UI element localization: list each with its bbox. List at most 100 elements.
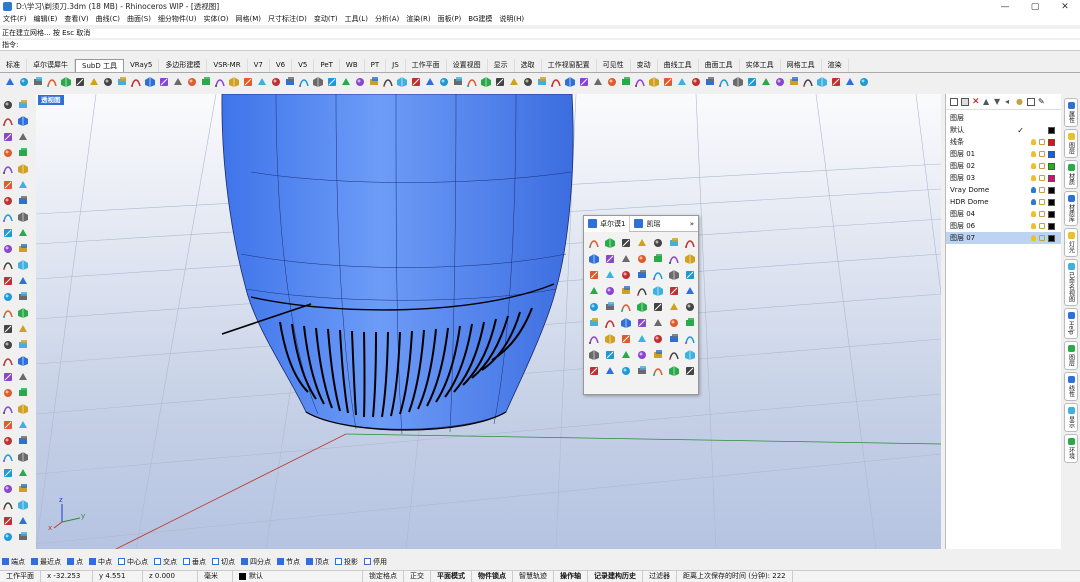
subd-tool-icon[interactable]	[676, 76, 688, 88]
tab-item[interactable]: 多边形建模	[159, 59, 208, 72]
subd-tool-icon[interactable]	[690, 76, 702, 88]
modeling-tool-icon[interactable]	[17, 307, 29, 319]
subd-tool-icon[interactable]	[648, 76, 660, 88]
subd-tool-icon[interactable]	[214, 76, 226, 88]
floating-tool-icon[interactable]	[635, 300, 648, 313]
floating-tool-icon[interactable]	[651, 316, 664, 329]
subd-tool-icon[interactable]	[760, 76, 772, 88]
layer-lock-icon[interactable]	[1039, 235, 1045, 241]
layer-lock-icon[interactable]	[1039, 139, 1045, 145]
floating-tool-icon[interactable]	[667, 300, 680, 313]
osnap-checkbox[interactable]	[183, 558, 190, 565]
modeling-tool-icon[interactable]	[2, 387, 14, 399]
floating-tool-icon[interactable]	[587, 268, 600, 281]
subd-tool-icon[interactable]	[592, 76, 604, 88]
floating-tool-icon[interactable]	[603, 332, 616, 345]
menu-item[interactable]: 编辑(E)	[34, 14, 58, 24]
floating-tool-icon[interactable]	[603, 236, 616, 249]
floating-tool-icon[interactable]	[651, 252, 664, 265]
modeling-tool-icon[interactable]	[17, 147, 29, 159]
status-toggle[interactable]: 平面模式	[431, 570, 472, 582]
layer-row[interactable]: Vray Dome	[946, 184, 1061, 196]
layer-visible-bulb-icon[interactable]	[1031, 175, 1036, 181]
modeling-tool-icon[interactable]	[2, 323, 14, 335]
floating-tool-icon[interactable]	[667, 284, 680, 297]
side-tab[interactable]: Help	[1064, 308, 1078, 339]
tab-item[interactable]: 设置视图	[447, 59, 488, 72]
floating-tool-icon[interactable]	[667, 316, 680, 329]
subd-tool-icon[interactable]	[354, 76, 366, 88]
floating-tool-icon[interactable]	[603, 252, 616, 265]
tab-item[interactable]: 曲面工具	[699, 59, 740, 72]
subd-tool-icon[interactable]	[494, 76, 506, 88]
status-toggle[interactable]: 记录建构历史	[588, 570, 643, 582]
tab-item[interactable]: 渲染	[822, 59, 849, 72]
menu-item[interactable]: 实体(O)	[204, 14, 229, 24]
layer-color-swatch[interactable]	[1048, 150, 1055, 158]
move-up-icon[interactable]: ▲	[983, 97, 991, 106]
tab-item[interactable]: 卓尔谟犀牛	[27, 59, 75, 72]
floating-tool-icon[interactable]	[635, 364, 648, 377]
new-sublayer-icon[interactable]	[961, 97, 969, 106]
tab-item[interactable]: 工作视窗配置	[542, 59, 597, 72]
modeling-tool-icon[interactable]	[2, 403, 14, 415]
layer-visible-bulb-icon[interactable]	[1031, 211, 1036, 217]
floating-tool-icon[interactable]	[635, 316, 648, 329]
subd-tool-icon[interactable]	[424, 76, 436, 88]
subd-tool-icon[interactable]	[116, 76, 128, 88]
floating-tool-icon[interactable]	[683, 348, 696, 361]
side-tab[interactable]: 材质	[1064, 160, 1078, 189]
layer-visible-bulb-icon[interactable]	[1031, 151, 1036, 157]
modeling-tool-icon[interactable]	[17, 99, 29, 111]
floating-tool-icon[interactable]	[587, 252, 600, 265]
floating-tool-icon[interactable]	[587, 236, 600, 249]
subd-tool-icon[interactable]	[298, 76, 310, 88]
layer-row[interactable]: HDR Dome	[946, 196, 1061, 208]
floating-tool-icon[interactable]	[683, 236, 696, 249]
menu-item[interactable]: 工具(L)	[345, 14, 368, 24]
layer-lock-icon[interactable]	[1039, 187, 1045, 193]
floating-tool-icon[interactable]	[683, 316, 696, 329]
osnap-checkbox[interactable]	[212, 558, 219, 565]
side-tab[interactable]: 材质库	[1064, 191, 1078, 226]
floating-tool-icon[interactable]	[683, 284, 696, 297]
menu-item[interactable]: BG建模	[468, 14, 492, 24]
modeling-tool-icon[interactable]	[17, 435, 29, 447]
layer-lock-icon[interactable]	[1039, 163, 1045, 169]
menu-item[interactable]: 渲染(R)	[406, 14, 430, 24]
tab-kaiyao[interactable]: 凯瑶	[630, 216, 664, 232]
layer-lock-icon[interactable]	[1039, 151, 1045, 157]
modeling-tool-icon[interactable]	[17, 115, 29, 127]
modeling-tool-icon[interactable]	[17, 211, 29, 223]
tab-item[interactable]: JS	[386, 59, 406, 72]
subd-tool-icon[interactable]	[746, 76, 758, 88]
modeling-tool-icon[interactable]	[2, 115, 14, 127]
floating-tool-icon[interactable]	[635, 252, 648, 265]
status-toggle[interactable]: 智慧轨迹	[513, 570, 554, 582]
subd-tool-icon[interactable]	[396, 76, 408, 88]
subd-tool-icon[interactable]	[172, 76, 184, 88]
tab-item[interactable]: 显示	[488, 59, 515, 72]
modeling-tool-icon[interactable]	[17, 339, 29, 351]
osnap-checkbox[interactable]	[154, 558, 161, 565]
menu-item[interactable]: 文件(F)	[3, 14, 27, 24]
subd-tool-icon[interactable]	[158, 76, 170, 88]
subd-tool-icon[interactable]	[130, 76, 142, 88]
floating-tool-icon[interactable]	[587, 364, 600, 377]
tab-item[interactable]: 曲线工具	[658, 59, 699, 72]
subd-tool-icon[interactable]	[620, 76, 632, 88]
subd-tool-icon[interactable]	[606, 76, 618, 88]
layer-row[interactable]: 图层 03	[946, 172, 1061, 184]
floating-tool-icon[interactable]	[683, 252, 696, 265]
units[interactable]: 毫米	[198, 570, 233, 582]
layer-row[interactable]: 图层 07	[946, 232, 1061, 244]
floating-tool-icon[interactable]	[603, 348, 616, 361]
layer-visible-bulb-icon[interactable]	[1031, 235, 1036, 241]
layer-row[interactable]: 线条	[946, 136, 1061, 148]
tab-item[interactable]: V7	[248, 59, 270, 72]
floating-tool-icon[interactable]	[683, 300, 696, 313]
floating-tool-icon[interactable]	[619, 348, 632, 361]
subd-tool-icon[interactable]	[634, 76, 646, 88]
floating-tool-icon[interactable]	[635, 236, 648, 249]
subd-tool-icon[interactable]	[228, 76, 240, 88]
